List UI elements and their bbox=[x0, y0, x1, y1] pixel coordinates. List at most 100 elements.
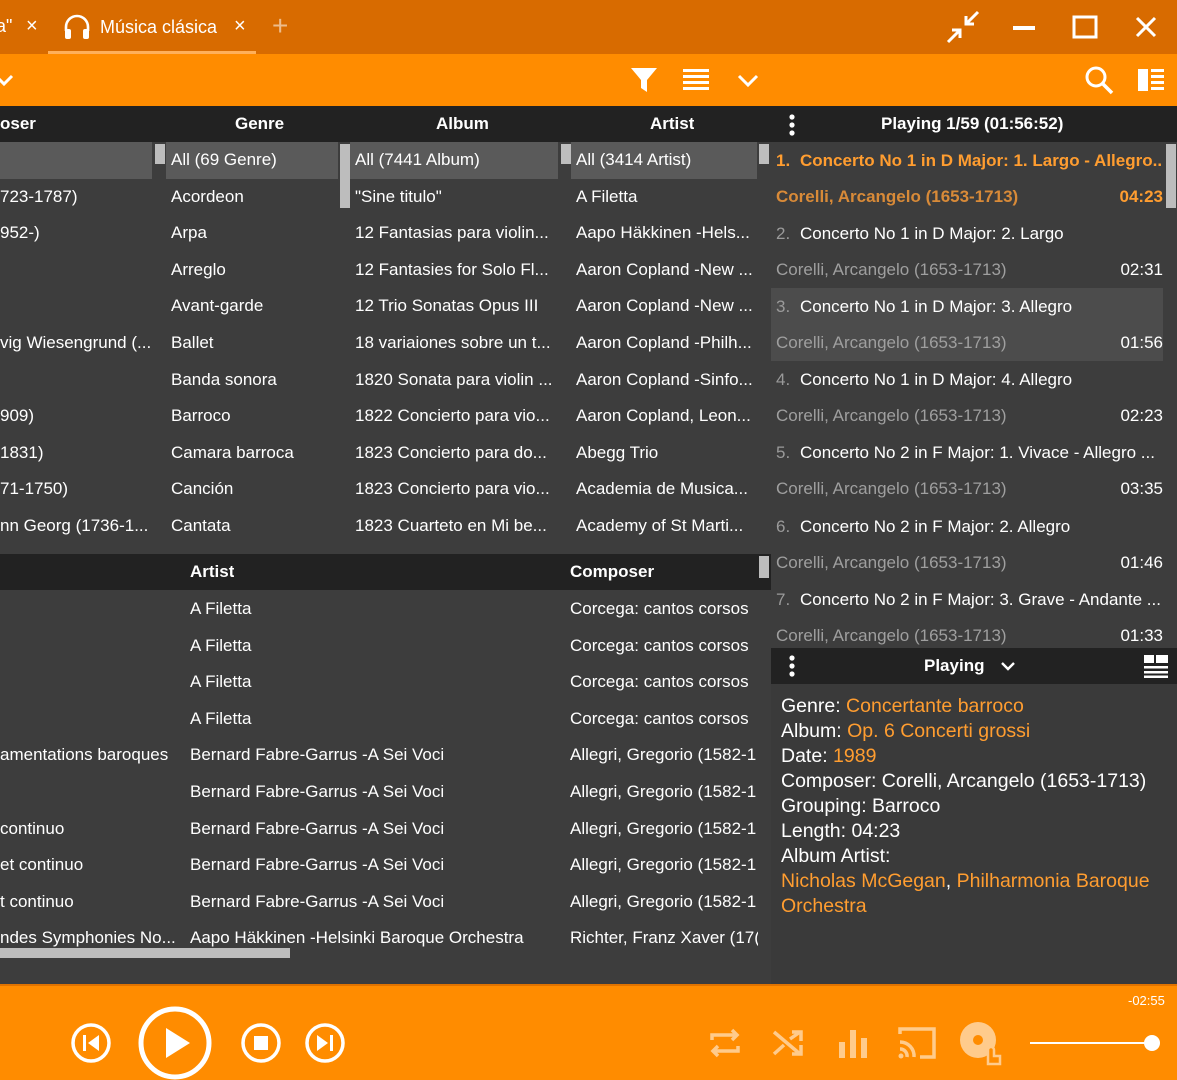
stop-icon[interactable] bbox=[240, 1022, 282, 1064]
volume-slider-handle[interactable] bbox=[1144, 1035, 1161, 1051]
composer-item[interactable]: vig Wiesengrund (... bbox=[0, 333, 152, 353]
playlist-menu-icon[interactable] bbox=[785, 113, 799, 137]
artist-item[interactable]: Aaron Copland -Philh... bbox=[576, 333, 756, 353]
close-window-icon[interactable] bbox=[1129, 10, 1163, 44]
composer-item[interactable]: 909) bbox=[0, 406, 152, 426]
equalizer-icon[interactable] bbox=[834, 1024, 872, 1062]
track-title-cell[interactable]: et continuo bbox=[0, 855, 178, 875]
artist-item[interactable]: All (3414 Artist) bbox=[576, 150, 756, 170]
genre-scrollbar[interactable] bbox=[340, 144, 350, 208]
genre-item[interactable]: Avant-garde bbox=[171, 296, 336, 316]
composer-item[interactable]: 1831) bbox=[0, 443, 152, 463]
genre-item[interactable]: Barroco bbox=[171, 406, 336, 426]
composer-item[interactable]: 952-) bbox=[0, 223, 152, 243]
track-artist-cell[interactable]: A Filetta bbox=[190, 709, 560, 729]
artist-item[interactable]: Abegg Trio bbox=[576, 443, 756, 463]
artist-item[interactable]: Aaron Copland -New ... bbox=[576, 296, 756, 316]
artist-item[interactable]: Aaron Copland -New ... bbox=[576, 260, 756, 280]
artist-item[interactable]: Aaron Copland, Leon... bbox=[576, 406, 756, 426]
album-item[interactable]: 12 Trio Sonatas Opus III bbox=[355, 296, 555, 316]
track-composer-cell[interactable]: Corcega: cantos corsos bbox=[570, 636, 758, 656]
album-item[interactable]: "Sine titulo" bbox=[355, 187, 555, 207]
play-icon[interactable] bbox=[136, 1004, 214, 1080]
tab-musica-clasica[interactable]: Música clásica × bbox=[48, 0, 256, 54]
composer-item[interactable]: nn Georg (1736-1... bbox=[0, 516, 152, 536]
track-composer-cell[interactable]: Allegri, Gregorio (1582-1 bbox=[570, 855, 758, 875]
playlist-track-title[interactable]: Concerto No 1 in D Major: 1. Largo - All… bbox=[800, 151, 1162, 171]
track-title-cell[interactable]: ndes Symphonies No... bbox=[0, 928, 178, 948]
minimize-icon[interactable] bbox=[1007, 10, 1041, 44]
album-item[interactable]: 1823 Cuarteto en Mi be... bbox=[355, 516, 555, 536]
playlist-track-title[interactable]: Concerto No 2 in F Major: 1. Vivace - Al… bbox=[800, 443, 1162, 463]
genre-item[interactable]: Banda sonora bbox=[171, 370, 336, 390]
album-item[interactable]: 18 variaiones sobre un t... bbox=[355, 333, 555, 353]
previous-track-icon[interactable] bbox=[70, 1022, 112, 1064]
track-artist-cell[interactable]: Bernard Fabre-Garrus -A Sei Voci bbox=[190, 892, 560, 912]
album-scrollbar[interactable] bbox=[561, 144, 571, 164]
artist-scrollbar[interactable] bbox=[759, 144, 769, 164]
genre-item[interactable]: All (69 Genre) bbox=[171, 150, 336, 170]
album-item[interactable]: 1823 Concierto para do... bbox=[355, 443, 555, 463]
album-item[interactable]: All (7441 Album) bbox=[355, 150, 555, 170]
track-artist-cell[interactable]: Bernard Fabre-Garrus -A Sei Voci bbox=[190, 745, 560, 765]
artist-item[interactable]: Academy of St Marti... bbox=[576, 516, 756, 536]
tab-active-close-icon[interactable]: × bbox=[234, 15, 246, 38]
track-composer-cell[interactable]: Richter, Franz Xaver (17( bbox=[570, 928, 758, 948]
search-icon[interactable] bbox=[1083, 64, 1115, 96]
list-view-icon[interactable] bbox=[680, 64, 712, 96]
track-artist-cell[interactable]: Bernard Fabre-Garrus -A Sei Voci bbox=[190, 819, 560, 839]
info-layout-icon[interactable] bbox=[1143, 654, 1169, 678]
info-album-value[interactable]: Op. 6 Concerti grossi bbox=[847, 720, 1030, 742]
tab-previous-close-icon[interactable]: × bbox=[26, 15, 38, 38]
track-artist-cell[interactable]: Bernard Fabre-Garrus -A Sei Voci bbox=[190, 855, 560, 875]
album-item[interactable]: 12 Fantasies for Solo Fl... bbox=[355, 260, 555, 280]
track-composer-cell[interactable]: Corcega: cantos corsos bbox=[570, 709, 758, 729]
maximize-icon[interactable] bbox=[1068, 10, 1102, 44]
genre-item[interactable]: Arreglo bbox=[171, 260, 336, 280]
track-composer-cell[interactable]: Corcega: cantos corsos bbox=[570, 672, 758, 692]
artist-item[interactable]: Academia de Musica... bbox=[576, 479, 756, 499]
genre-item[interactable]: Arpa bbox=[171, 223, 336, 243]
track-title-cell[interactable]: amentations baroques bbox=[0, 745, 178, 765]
playlist-track-title[interactable]: Concerto No 1 in D Major: 4. Allegro bbox=[800, 370, 1162, 390]
genre-item[interactable]: Camara barroca bbox=[171, 443, 336, 463]
album-artist-link-2-cont[interactable]: Orchestra bbox=[781, 895, 867, 917]
layout-panel-icon[interactable] bbox=[1135, 64, 1167, 96]
track-artist-cell[interactable]: A Filetta bbox=[190, 672, 560, 692]
filter-icon[interactable] bbox=[628, 64, 660, 96]
track-composer-cell[interactable]: Allegri, Gregorio (1582-1 bbox=[570, 892, 758, 912]
genre-item[interactable]: Acordeon bbox=[171, 187, 336, 207]
composer-item[interactable]: 723-1787) bbox=[0, 187, 152, 207]
view-options-chevron-icon[interactable] bbox=[732, 64, 764, 96]
column-header-artist[interactable]: Artist bbox=[650, 114, 694, 134]
track-artist-cell[interactable]: A Filetta bbox=[190, 636, 560, 656]
volume-slider-track[interactable] bbox=[1030, 1042, 1156, 1044]
playlist-track-title[interactable]: Concerto No 2 in F Major: 3. Grave - And… bbox=[800, 590, 1162, 610]
artist-item[interactable]: Aaron Copland -Sinfo... bbox=[576, 370, 756, 390]
column-header-composer[interactable]: oser bbox=[0, 114, 36, 134]
now-playing-title[interactable]: Playing bbox=[924, 656, 984, 676]
track-title-cell[interactable]: continuo bbox=[0, 819, 178, 839]
chevron-down-icon[interactable] bbox=[999, 657, 1017, 675]
playlist-track-title[interactable]: Concerto No 2 in F Major: 2. Allegro bbox=[800, 517, 1162, 537]
track-composer-cell[interactable]: Allegri, Gregorio (1582-1 bbox=[570, 745, 758, 765]
composer-scrollbar[interactable] bbox=[155, 144, 165, 164]
now-playing-menu-icon[interactable] bbox=[785, 654, 799, 678]
track-composer-cell[interactable]: Corcega: cantos corsos bbox=[570, 599, 758, 619]
tracklist-horizontal-scrollbar[interactable] bbox=[0, 948, 290, 958]
playlist-scrollbar[interactable] bbox=[1166, 144, 1176, 208]
track-artist-cell[interactable]: Aapo Häkkinen -Helsinki Baroque Orchestr… bbox=[190, 928, 560, 948]
playlist-track-title[interactable]: Concerto No 1 in D Major: 3. Allegro bbox=[800, 297, 1162, 317]
add-tab-icon[interactable]: + bbox=[272, 10, 288, 42]
artist-item[interactable]: A Filetta bbox=[576, 187, 756, 207]
album-item[interactable]: 1820 Sonata para violin ... bbox=[355, 370, 555, 390]
compact-mode-icon[interactable] bbox=[946, 10, 980, 44]
column-header-album[interactable]: Album bbox=[436, 114, 489, 134]
shuffle-icon[interactable] bbox=[770, 1024, 808, 1062]
tab-previous[interactable]: a" × bbox=[0, 0, 46, 54]
genre-item[interactable]: Ballet bbox=[171, 333, 336, 353]
track-composer-cell[interactable]: Allegri, Gregorio (1582-1 bbox=[570, 819, 758, 839]
repeat-icon[interactable] bbox=[706, 1024, 744, 1062]
column-header-track-composer[interactable]: Composer bbox=[570, 562, 654, 582]
album-item[interactable]: 12 Fantasias para violin... bbox=[355, 223, 555, 243]
